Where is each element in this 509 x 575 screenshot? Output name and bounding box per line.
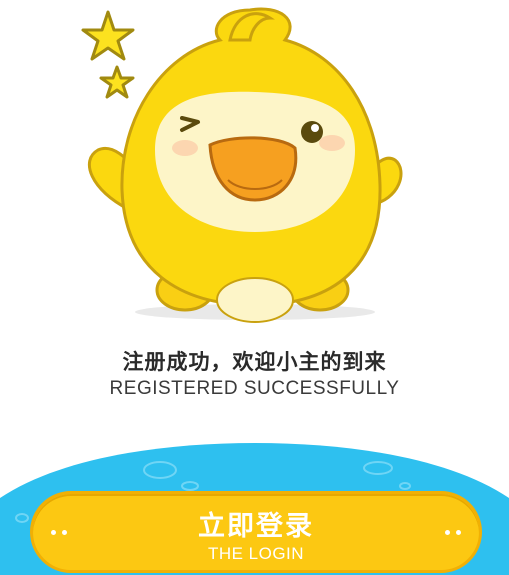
mascot-illustration [81, 7, 403, 323]
success-subtitle: REGISTERED SUCCESSFULLY [109, 378, 400, 399]
login-button-label: 立即登录 [198, 511, 314, 542]
star-icon [81, 10, 135, 61]
success-title: 注册成功，欢迎小主的到来 [122, 350, 387, 374]
login-button-sublabel: THE LOGIN [207, 544, 305, 563]
decorative-dots [445, 530, 461, 535]
registration-success-page: 注册成功，欢迎小主的到来 REGISTERED SUCCESSFULLY 立即登… [0, 0, 509, 575]
star-icon [99, 65, 135, 99]
login-button[interactable]: 立即登录 THE LOGIN [30, 491, 482, 573]
